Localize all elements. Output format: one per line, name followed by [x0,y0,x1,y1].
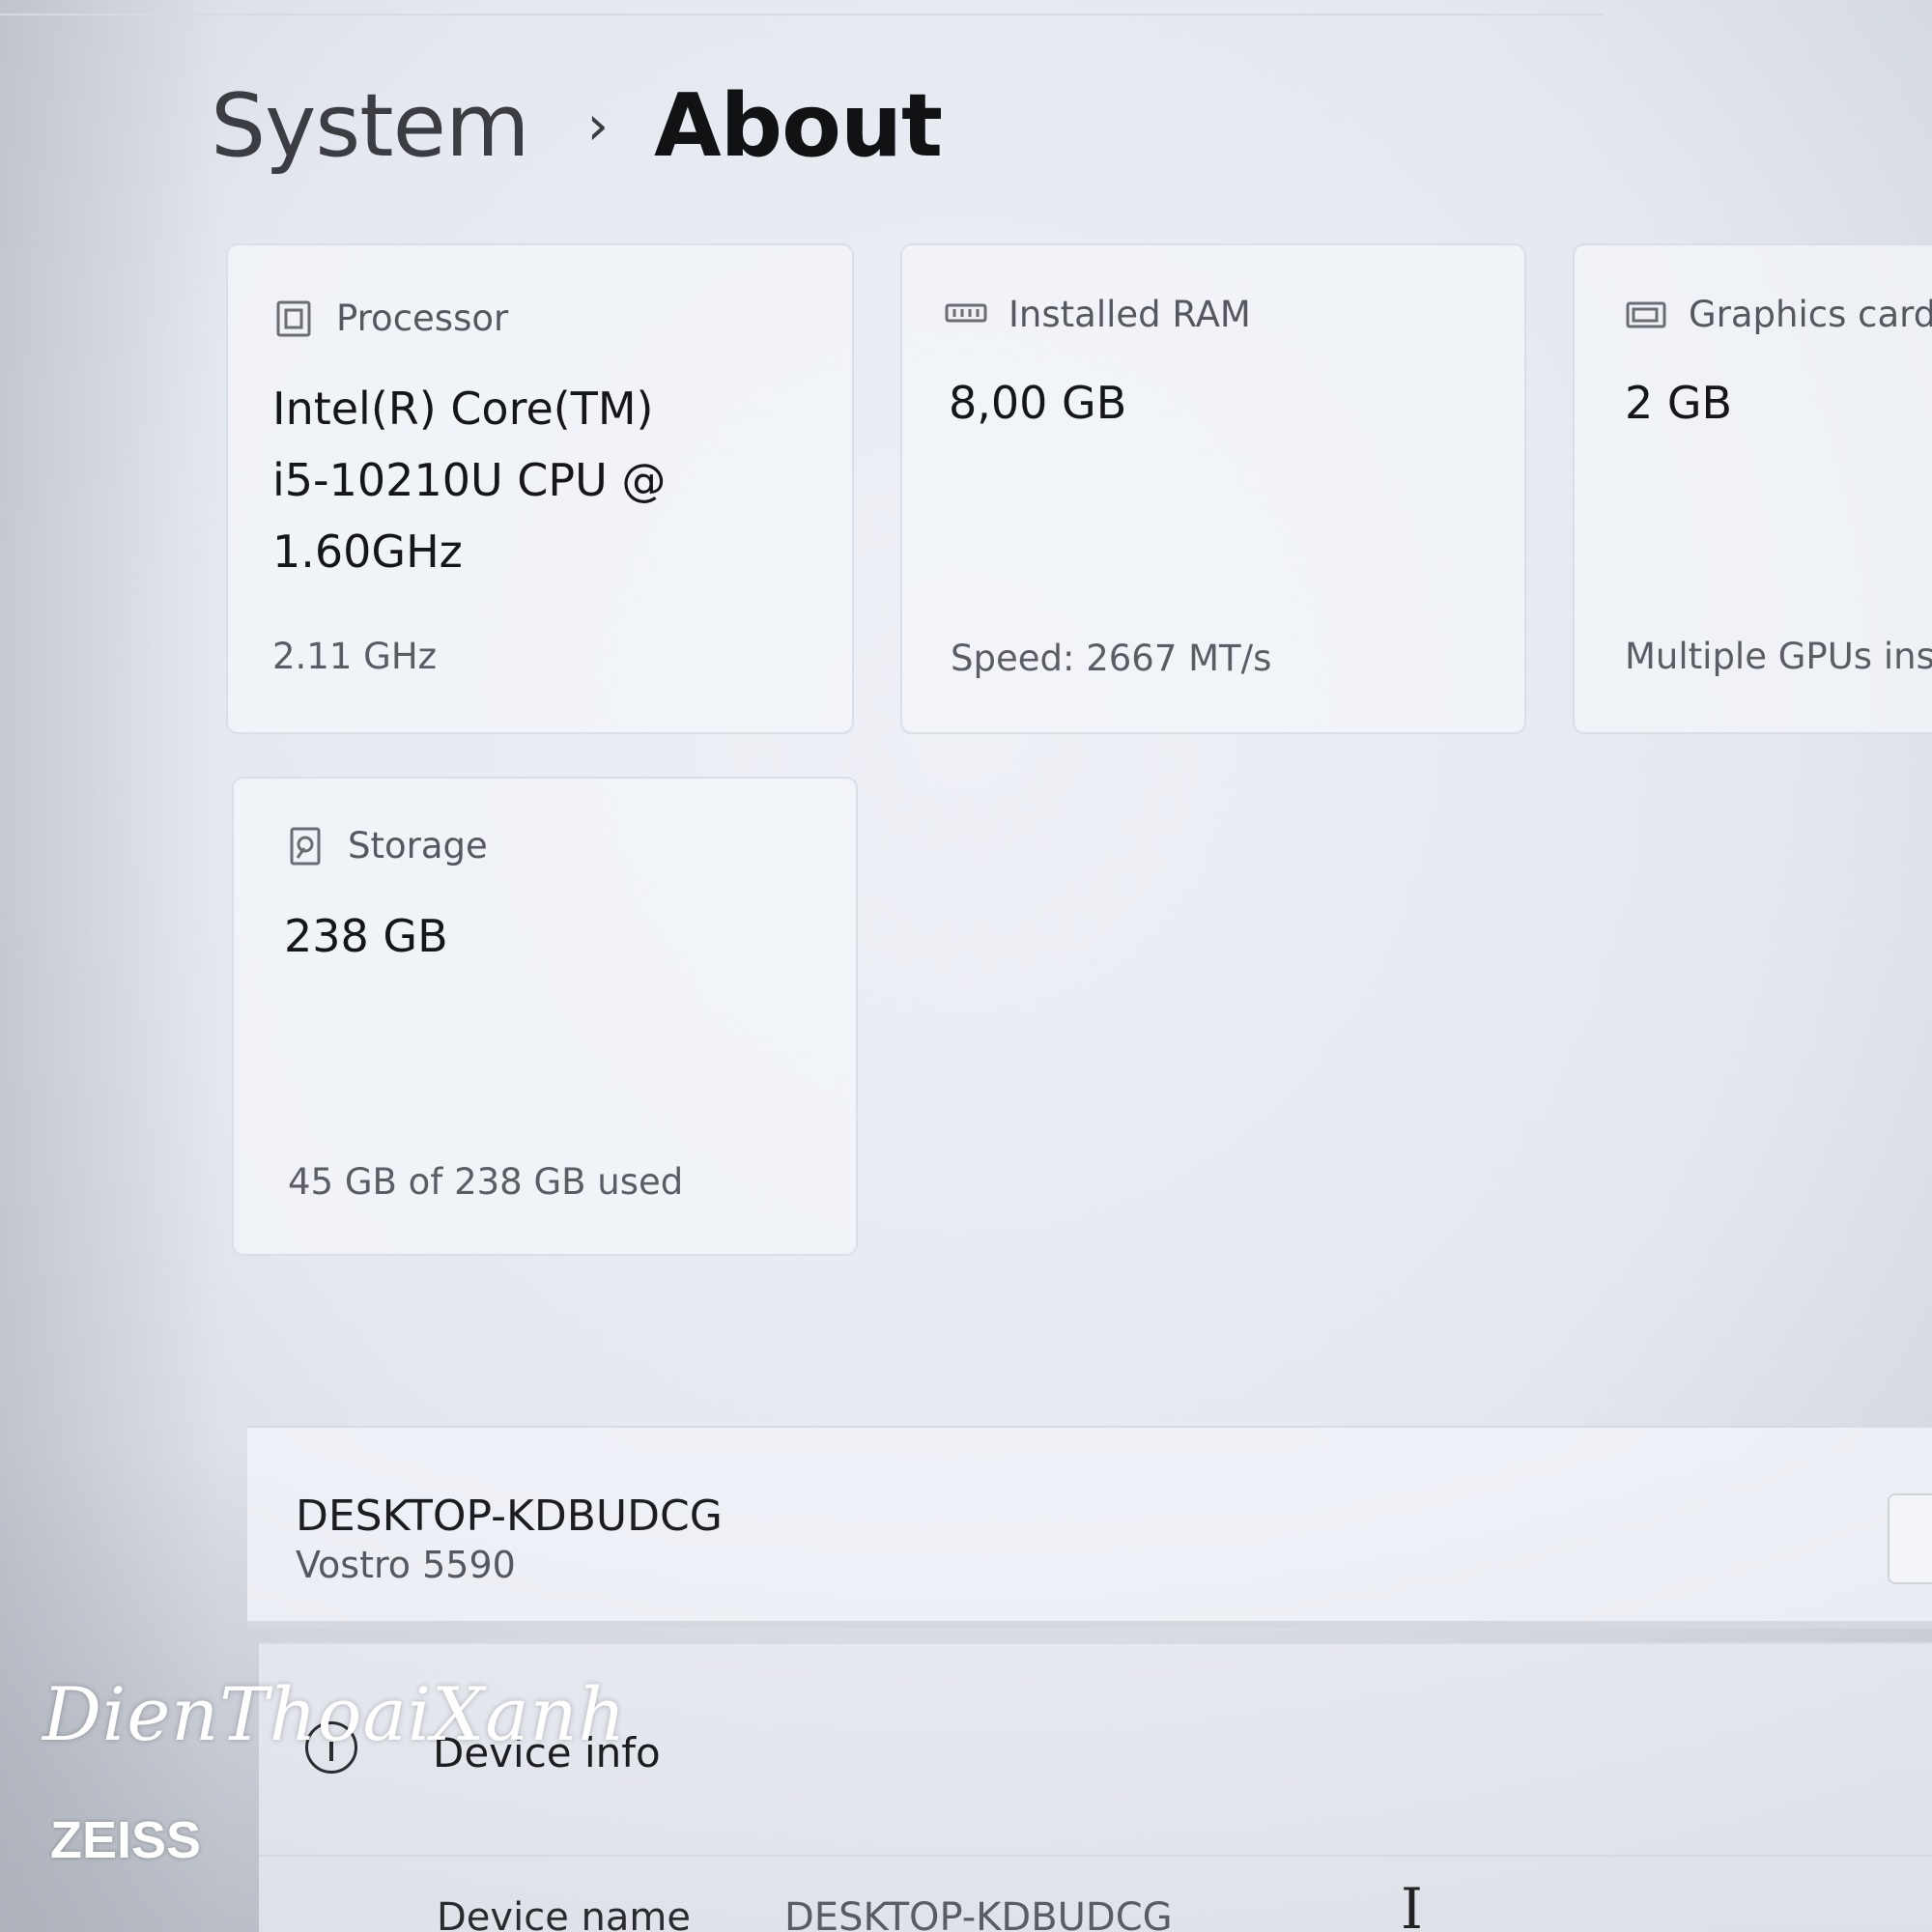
ram-header: Installed RAM [945,294,1251,335]
storage-header: Storage [284,825,488,867]
processor-card: Processor Intel(R) Core(TM) i5-10210U CP… [226,243,854,734]
watermark: DienThoaiXanh [43,1671,627,1757]
graphics-label: Graphics card [1689,294,1932,335]
device-name-value: DESKTOP-KDBUDCG [784,1895,1173,1932]
processor-value-line: 1.60GHz [272,526,463,578]
graphics-card-icon [1626,301,1666,327]
rename-button[interactable] [1888,1493,1932,1584]
ram-icon [945,303,987,322]
device-name-label: Device name [437,1895,691,1932]
breadcrumb-system-link[interactable]: System [211,75,530,177]
device-model: Vostro 5590 [296,1544,516,1586]
processor-value: Intel(R) Core(TM) i5-10210U CPU @ 1.60GH… [272,373,666,587]
divider [259,1855,1932,1857]
ram-card: Installed RAM 8,00 GB Speed: 2667 MT/s [900,243,1526,734]
graphics-note: Multiple GPUs inst [1625,636,1932,677]
graphics-card-card: Graphics card 2 GB Multiple GPUs inst [1573,243,1932,734]
breadcrumb: System › About [211,75,943,177]
graphics-header: Graphics card [1625,294,1932,335]
window-top-edge [0,0,1604,15]
processor-speed: 2.11 GHz [272,636,438,677]
storage-label: Storage [348,825,488,867]
graphics-value: 2 GB [1625,377,1733,429]
processor-header: Processor [272,298,508,339]
storage-icon [290,827,321,865]
processor-label: Processor [336,298,509,339]
text-cursor-icon: I [1401,1876,1423,1932]
ram-label: Installed RAM [1009,294,1251,335]
camera-brand-watermark: ZEISS [50,1811,202,1869]
chevron-right-icon: › [586,95,609,157]
storage-value: 238 GB [284,910,448,962]
device-rename-card[interactable]: DESKTOP-KDBUDCG Vostro 5590 [247,1426,1932,1629]
ram-value: 8,00 GB [949,377,1127,429]
page-title: About [654,75,943,177]
ram-speed: Speed: 2667 MT/s [951,638,1272,679]
device-name: DESKTOP-KDBUDCG [296,1492,723,1541]
processor-value-line: Intel(R) Core(TM) [272,383,654,435]
storage-usage: 45 GB of 238 GB used [288,1161,684,1203]
storage-card: Storage 238 GB 45 GB of 238 GB used [232,777,858,1256]
processor-value-line: i5-10210U CPU @ [272,454,667,506]
processor-icon [276,300,311,336]
